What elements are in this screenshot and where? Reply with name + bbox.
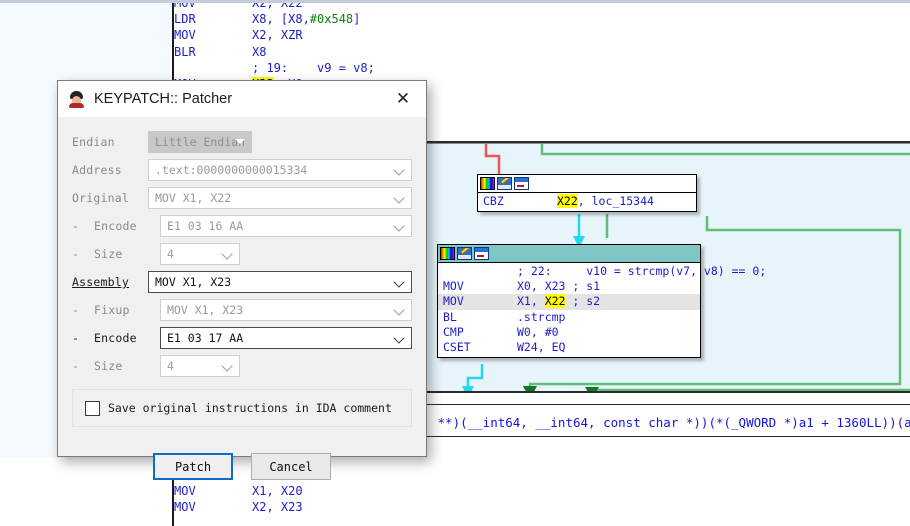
pseudocode-top-rule <box>424 404 910 405</box>
field-row-original-encode: - Encode E1 03 16 AA <box>72 215 412 237</box>
dialog-button-row: Patch Cancel <box>72 453 412 480</box>
node-code-instruction[interactable]: BL .strcmp <box>438 310 700 325</box>
original-encode-label: Encode <box>94 219 137 233</box>
palette-icon[interactable] <box>440 247 455 260</box>
assembly-label: Assembly <box>72 275 129 289</box>
graph-window-icon[interactable] <box>474 247 489 260</box>
field-row-new-encode: - Encode E1 03 17 AA <box>72 327 412 349</box>
save-original-group: Save original instructions in IDA commen… <box>72 389 412 427</box>
keypatch-patcher-dialog[interactable]: KEYPATCH:: Patcher ✕ Endian Little Endia… <box>57 80 427 480</box>
patch-button[interactable]: Patch <box>153 453 233 480</box>
new-encode-combobox[interactable]: E1 03 17 AA <box>160 327 412 349</box>
graph-window-icon[interactable] <box>514 177 529 190</box>
node-body: CBZ X22, loc_15344 <box>478 193 696 211</box>
save-original-checkbox[interactable] <box>85 400 100 416</box>
new-size-value: 4 <box>167 359 174 373</box>
graph-view[interactable]: CBZ X22, loc_15344 ; 22: v10 = strcmp(v7,… <box>424 144 910 391</box>
highlighted-register: X22 <box>544 294 566 309</box>
field-row-endian: Endian Little Endian <box>72 131 412 153</box>
new-encode-dash: - <box>72 331 79 345</box>
original-combobox[interactable]: MOV X1, X22 <box>148 187 412 209</box>
code-instruction[interactable]: MOV X1, X20 <box>174 483 317 499</box>
original-encode-dash: - <box>72 219 79 233</box>
address-value: .text:0000000000015334 <box>155 163 308 177</box>
graph-node-strcmp[interactable]: ; 22: v10 = strcmp(v7, v8) == 0; MOV X0, X… <box>437 244 766 359</box>
original-size-value: 4 <box>167 247 174 261</box>
highlighted-register: X22 <box>557 194 578 208</box>
chevron-down-icon <box>395 165 404 174</box>
endian-label: Endian <box>72 135 115 149</box>
fixup-combobox[interactable]: MOV X1, X23 <box>160 299 412 321</box>
new-size-combobox[interactable]: 4 <box>160 355 240 377</box>
field-row-address: Address .text:0000000000015334 <box>72 159 412 181</box>
chevron-down-icon <box>223 361 232 370</box>
fixup-dash: - <box>72 303 79 317</box>
node-code-instruction[interactable]: MOV X0, X23 ; s1 <box>438 279 700 294</box>
keypatch-logo-icon <box>68 90 85 108</box>
fixup-value: MOV X1, X23 <box>167 303 244 317</box>
chevron-down-icon <box>395 333 404 342</box>
chevron-down-icon <box>395 305 404 314</box>
chevron-down-icon <box>395 193 404 202</box>
address-combobox[interactable]: .text:0000000000015334 <box>148 159 412 181</box>
code-comment[interactable]: ; 19: v9 = v8; <box>174 60 424 76</box>
original-size-dash: - <box>72 247 79 261</box>
original-value: MOV X1, X22 <box>155 191 232 205</box>
dialog-title-bar: KEYPATCH:: Patcher ✕ <box>58 81 426 117</box>
dialog-body: Endian Little Endian Address .text:00000… <box>58 117 426 480</box>
chevron-down-icon <box>223 249 232 258</box>
field-row-original: Original MOV X1, X22 <box>72 187 412 209</box>
chevron-down-icon <box>395 221 404 230</box>
pseudocode-bottom-rule <box>424 436 910 437</box>
original-label: Original <box>72 191 129 205</box>
node-code-instruction[interactable]: CSET W24, EQ <box>438 340 700 355</box>
original-size-label: Size <box>94 247 123 261</box>
node-code-instruction[interactable]: CBZ X22, loc_15344 <box>478 194 696 209</box>
original-encode-value: E1 03 16 AA <box>167 219 244 233</box>
code-instruction[interactable]: MOV X2, X22 <box>174 3 424 11</box>
pencil-icon[interactable] <box>497 177 512 190</box>
graph-node-cbz[interactable]: CBZ X22, loc_15344 <box>477 174 697 213</box>
original-encode-combobox[interactable]: E1 03 16 AA <box>160 215 412 237</box>
graph-view-upper-blank <box>424 3 910 141</box>
assembly-value: MOV X1, X23 <box>155 275 232 289</box>
new-size-dash: - <box>72 359 79 373</box>
field-row-original-size: - Size 4 <box>72 243 412 265</box>
code-instruction[interactable]: BLR X8 <box>174 44 424 60</box>
pseudocode-line: **)(__int64, __int64, const char *))(*(_… <box>430 415 910 430</box>
pencil-icon[interactable] <box>457 247 472 260</box>
code-instruction[interactable]: LDR X8, [X8,#0x548] <box>174 11 424 27</box>
fixup-label: Fixup <box>94 303 130 317</box>
new-size-label: Size <box>94 359 123 373</box>
node-toolbar <box>438 245 700 263</box>
node-body: ; 22: v10 = strcmp(v7, v8) == 0; MOV X0, X… <box>438 263 766 357</box>
save-original-label: Save original instructions in IDA commen… <box>108 401 392 415</box>
field-row-assembly: Assembly MOV X1, X23 <box>72 271 412 293</box>
palette-icon[interactable] <box>480 177 495 190</box>
new-encode-label: Encode <box>94 331 137 345</box>
original-size-combobox[interactable]: 4 <box>160 243 240 265</box>
node-code-instruction[interactable]: MOV X1, X22 ; s2 <box>438 294 700 310</box>
chevron-down-icon <box>395 277 404 286</box>
field-row-new-size: - Size 4 <box>72 355 412 377</box>
save-original-label-text: Save original instructions in IDA commen… <box>108 401 392 415</box>
address-label: Address <box>72 163 122 177</box>
code-instruction[interactable]: MOV X2, XZR <box>174 27 424 43</box>
endian-select[interactable]: Little Endian <box>148 131 252 153</box>
field-row-fixup: - Fixup MOV X1, X23 <box>72 299 412 321</box>
assembly-combobox[interactable]: MOV X1, X23 <box>148 271 412 293</box>
node-code-instruction[interactable]: CMP W0, #0 <box>438 325 700 340</box>
node-toolbar <box>478 175 696 193</box>
chevron-down-icon <box>235 137 245 146</box>
node-code-comment[interactable]: ; 22: v10 = strcmp(v7, v8) == 0; <box>438 264 766 279</box>
endian-value: Little Endian <box>155 135 246 149</box>
cancel-button[interactable]: Cancel <box>251 453 331 480</box>
close-icon[interactable]: ✕ <box>380 81 426 117</box>
dialog-title-text: KEYPATCH:: Patcher <box>94 91 233 107</box>
code-instruction[interactable]: MOV X2, X23 <box>174 499 317 515</box>
new-encode-value: E1 03 17 AA <box>167 331 244 345</box>
